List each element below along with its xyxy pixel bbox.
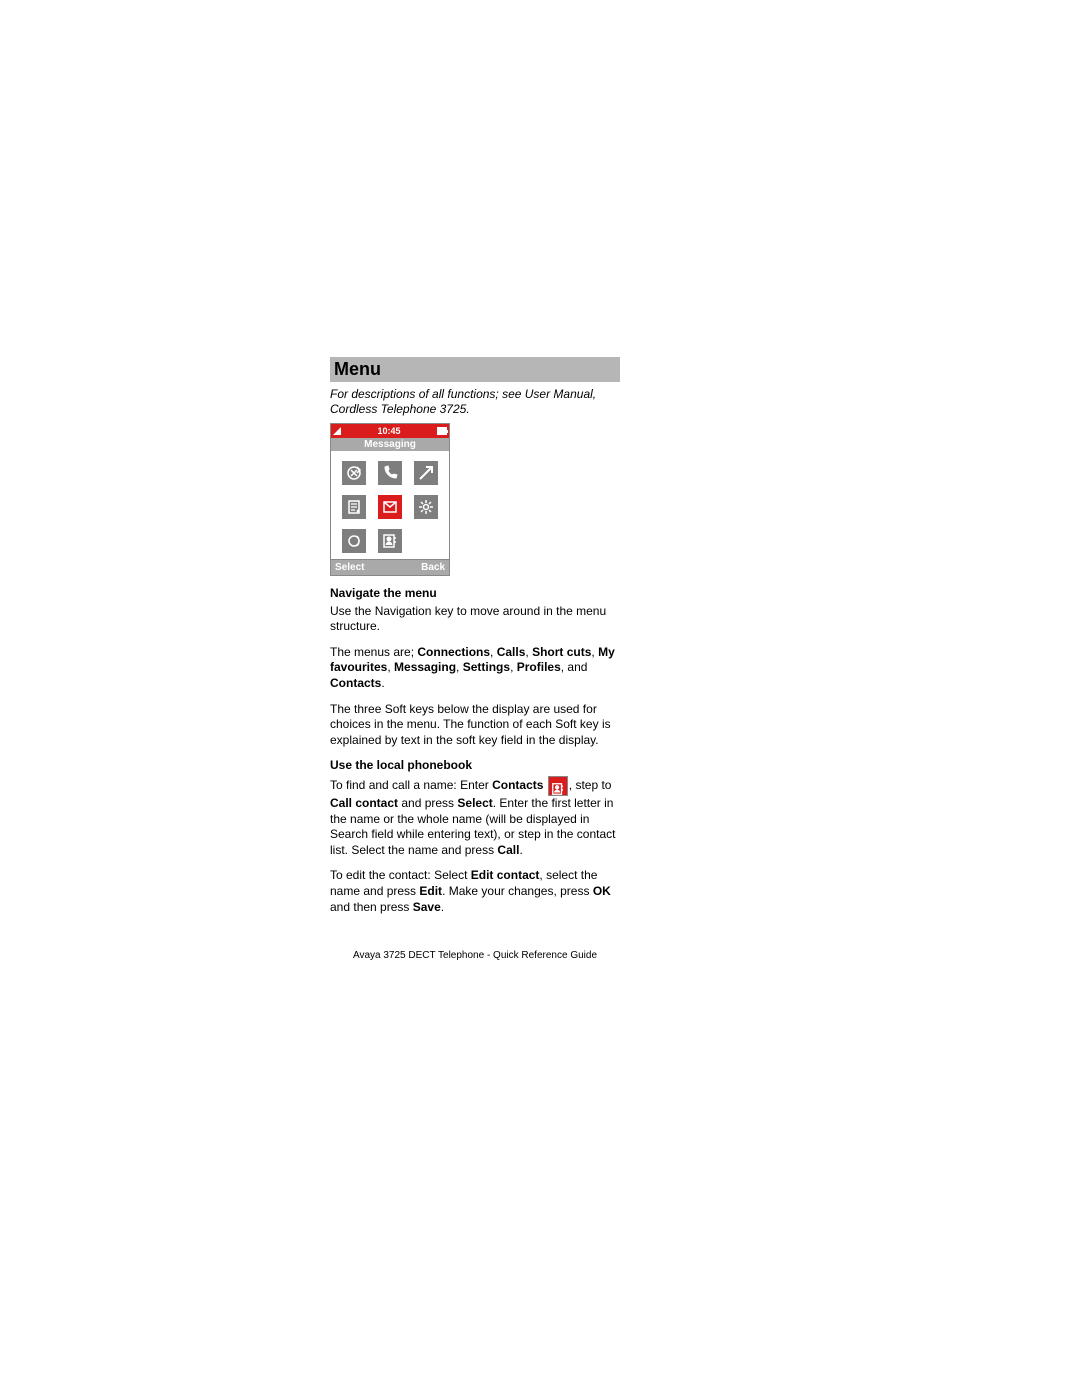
navigate-p2: The menus are; Connections, Calls, Short… bbox=[330, 645, 620, 692]
phone-time: 10:45 bbox=[377, 426, 400, 436]
navigate-p1: Use the Navigation key to move around in… bbox=[330, 604, 620, 635]
connections-icon bbox=[342, 461, 366, 485]
phonebook-p1: To find and call a name: Enter Contacts … bbox=[330, 776, 620, 858]
battery-icon bbox=[437, 427, 447, 435]
softkey-right: Back bbox=[421, 562, 445, 573]
phone-status-bar: 10:45 bbox=[331, 424, 449, 438]
signal-icon bbox=[333, 427, 341, 435]
phone-softkey-bar: Select Back bbox=[331, 559, 449, 575]
phonebook-heading: Use the local phonebook bbox=[330, 758, 620, 774]
messaging-icon bbox=[378, 495, 402, 519]
phonebook-p2: To edit the contact: Select Edit contact… bbox=[330, 868, 620, 915]
phone-screen-illustration: 10:45 Messaging Select Back bbox=[330, 423, 450, 576]
navigate-p3: The three Soft keys below the display ar… bbox=[330, 702, 620, 749]
softkey-left: Select bbox=[335, 562, 364, 573]
settings-icon bbox=[414, 495, 438, 519]
phone-icon-grid bbox=[331, 451, 449, 559]
contacts-icon bbox=[378, 529, 402, 553]
contacts-inline-icon bbox=[548, 776, 568, 796]
body-text: Navigate the menu Use the Navigation key… bbox=[330, 586, 620, 915]
shortcuts-icon bbox=[414, 461, 438, 485]
page-footer: Avaya 3725 DECT Telephone - Quick Refere… bbox=[330, 950, 620, 961]
heading-bar: Menu bbox=[330, 357, 620, 382]
page-content: Menu For descriptions of all functions; … bbox=[330, 357, 620, 925]
favourites-icon bbox=[342, 495, 366, 519]
page-heading: Menu bbox=[334, 359, 616, 380]
phone-menu-title: Messaging bbox=[331, 438, 449, 451]
calls-icon bbox=[378, 461, 402, 485]
navigate-heading: Navigate the menu bbox=[330, 586, 620, 602]
intro-text: For descriptions of all functions; see U… bbox=[330, 387, 620, 417]
profiles-icon bbox=[342, 529, 366, 553]
